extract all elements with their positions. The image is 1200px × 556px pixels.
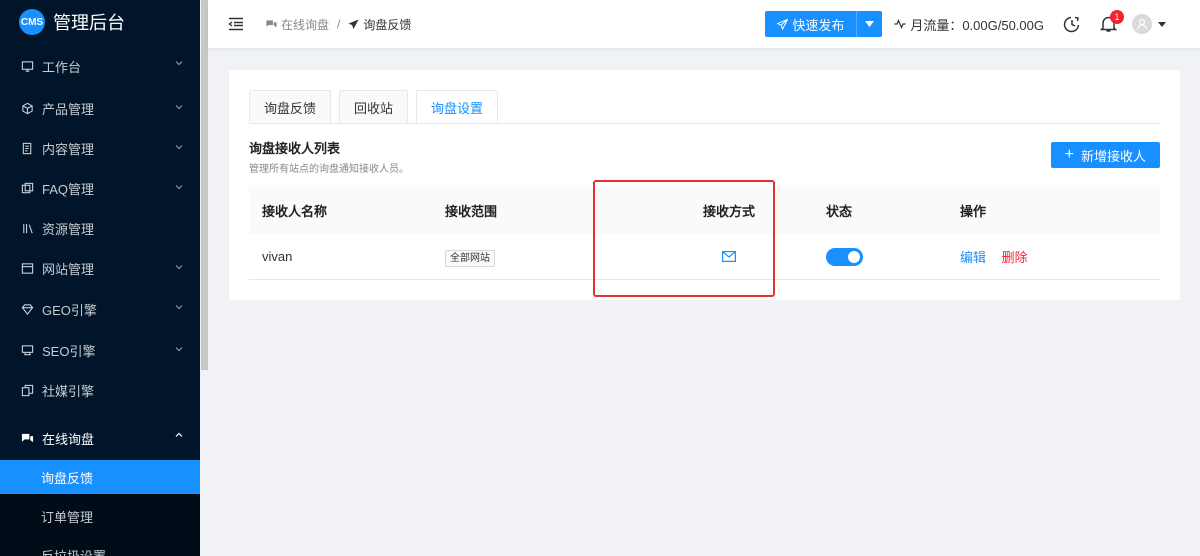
faq-icon (20, 181, 34, 195)
menu-fold-icon[interactable] (228, 17, 244, 31)
delete-link[interactable]: 删除 (1002, 250, 1028, 265)
cube-icon (20, 101, 34, 115)
column-header: 操作 (960, 204, 987, 219)
document-icon (20, 141, 34, 155)
window-icon (20, 261, 34, 275)
tab-recycle-bin[interactable]: 回收站 (339, 90, 409, 124)
section-title: 询盘接收人列表 (249, 141, 341, 156)
sidebar: CMS 管理后台 工作台 产品管理 内容管理 FAQ管理 资源管理 网站管理 G… (0, 0, 200, 556)
sidebar-item-geo[interactable]: GEO引擎 (0, 288, 200, 330)
logo-badge: CMS (19, 9, 45, 35)
breadcrumb-separator: / (337, 17, 341, 31)
sidebar-item-label: 工作台 (42, 59, 82, 75)
quick-publish: 快速发布 (765, 11, 883, 37)
sidebar-item-label: GEO引擎 (42, 302, 97, 318)
breadcrumb-item[interactable]: 在线询盘 (281, 16, 329, 33)
sidebar-item-faq[interactable]: FAQ管理 (0, 168, 200, 208)
column-header: 状态 (826, 204, 853, 219)
send-icon (348, 18, 359, 29)
add-recipient-button[interactable]: + 新增接收人 (1050, 142, 1160, 168)
sidebar-item-resources[interactable]: 资源管理 (0, 208, 200, 248)
quick-publish-label: 快速发布 (792, 17, 845, 33)
sidebar-item-label: 资源管理 (42, 221, 95, 237)
recipient-name: vivan (262, 249, 293, 264)
sidebar-item-label: FAQ管理 (42, 181, 95, 197)
diamond-icon (20, 302, 34, 316)
chevron-down-icon (175, 265, 183, 270)
notification-button[interactable]: 1 (1098, 10, 1124, 34)
tab-divider (249, 123, 1160, 124)
sidebar-item-websites[interactable]: 网站管理 (0, 248, 200, 288)
chevron-down-icon (175, 185, 183, 190)
column-header: 接收人名称 (262, 204, 328, 219)
avatar[interactable] (1132, 14, 1152, 34)
breadcrumb: 在线询盘 / 询盘反馈 (266, 16, 411, 33)
breadcrumb-current: 询盘反馈 (363, 17, 412, 32)
theme-toggle[interactable] (1062, 14, 1082, 34)
quick-publish-button[interactable]: 快速发布 (765, 11, 857, 37)
logo-text: 管理后台 (53, 13, 125, 33)
user-icon (1136, 18, 1148, 30)
sidebar-item-products[interactable]: 产品管理 (0, 88, 200, 128)
sidebar-scrollbar[interactable] (201, 0, 208, 370)
copy-icon (20, 383, 34, 397)
send-icon (777, 18, 789, 30)
top-header: 在线询盘 / 询盘反馈 快速发布 月流量：0.00G/50.00G 1 (208, 0, 1200, 48)
seo-icon (20, 343, 34, 357)
folder-icon (20, 221, 34, 235)
tab-inquiry-feedback[interactable]: 询盘反馈 (249, 90, 332, 124)
chat-icon (20, 431, 34, 445)
tab-inquiry-settings[interactable]: 询盘设置 (416, 90, 499, 124)
plus-icon: + (1064, 146, 1074, 163)
tabs: 询盘反馈 回收站 询盘设置 (249, 90, 506, 124)
notification-badge: 1 (1110, 10, 1124, 24)
chat-icon (266, 19, 277, 27)
highlight-box (593, 180, 775, 297)
sidebar-item-social[interactable]: 社媒引擎 (0, 370, 200, 410)
caret-down-icon (865, 21, 875, 27)
edit-link[interactable]: 编辑 (960, 250, 986, 265)
sidebar-item-label: 在线询盘 (42, 431, 95, 447)
sidebar-item-label: 社媒引擎 (42, 383, 95, 399)
sidebar-item-label: SEO引擎 (42, 343, 96, 359)
clock-theme-icon (1063, 16, 1080, 33)
sidebar-item-label: 网站管理 (42, 261, 95, 277)
sidebar-item-label: 内容管理 (42, 141, 95, 157)
sidebar-item-inquiry[interactable]: 在线询盘 (0, 416, 200, 460)
monitor-icon (20, 59, 34, 73)
monthly-traffic: 月流量：0.00G/50.00G (894, 15, 1044, 34)
sidebar-subitem-inquiry-feedback[interactable]: 询盘反馈 (0, 460, 200, 494)
sidebar-item-seo[interactable]: SEO引擎 (0, 330, 200, 370)
chevron-down-icon (175, 145, 183, 150)
sidebar-subitem-antispam[interactable]: 反垃圾设置 (0, 538, 200, 556)
inquiry-submenu: 询盘反馈 订单管理 反垃圾设置 (0, 460, 200, 556)
section-description: 管理所有站点的询盘通知接收人员。 (249, 164, 409, 175)
chevron-down-icon (175, 61, 183, 66)
scope-tag: 全部网站 (445, 250, 495, 267)
add-recipient-label: 新增接收人 (1080, 148, 1146, 164)
chevron-up-icon (175, 432, 183, 437)
user-menu-caret-icon[interactable] (1158, 21, 1166, 27)
sidebar-item-content[interactable]: 内容管理 (0, 128, 200, 168)
logo[interactable]: CMS 管理后台 (0, 0, 200, 44)
chevron-down-icon (175, 305, 183, 310)
chevron-down-icon (175, 105, 183, 110)
chevron-down-icon (175, 347, 183, 352)
sidebar-subitem-orders[interactable]: 订单管理 (0, 494, 200, 538)
header-actions: 快速发布 月流量：0.00G/50.00G 1 (765, 0, 1200, 48)
sidebar-item-label: 产品管理 (42, 101, 95, 117)
sidebar-item-workbench[interactable]: 工作台 (0, 44, 200, 88)
traffic-text: 月流量：0.00G/50.00G (910, 17, 1044, 33)
pulse-icon (894, 18, 906, 30)
status-switch[interactable] (826, 247, 863, 266)
quick-publish-dropdown[interactable] (856, 11, 883, 37)
